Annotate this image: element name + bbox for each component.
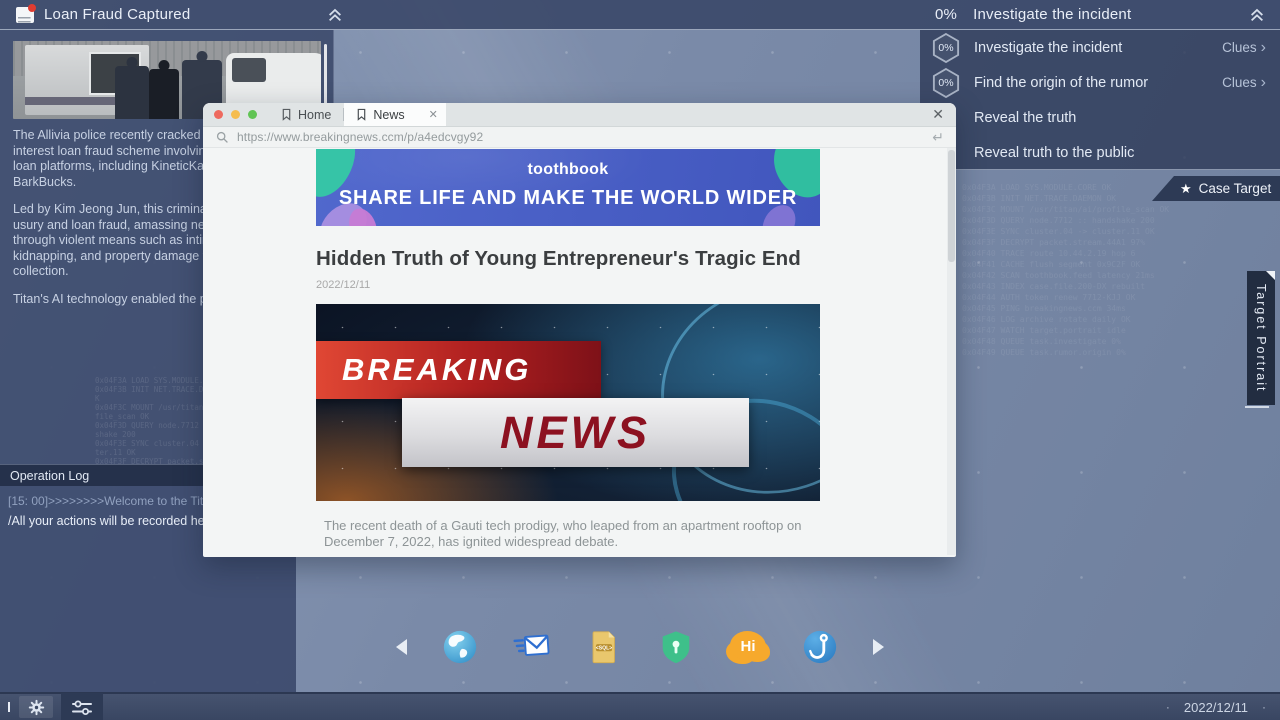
- hi-icon-label: Hi: [741, 638, 756, 655]
- dock-left-arrow[interactable]: [396, 639, 407, 655]
- url-text[interactable]: https://www.breakingnews.ccm/p/a4edcvgy9…: [237, 130, 924, 144]
- news-article: toothbook SHARE LIFE AND MAKE THE WORLD …: [316, 149, 820, 550]
- top-hud-bar: Loan Fraud Captured 0% Investigate the i…: [0, 0, 1280, 30]
- taskbar: · 2022/12/11 ·: [0, 692, 1280, 720]
- clues-link[interactable]: Clues›: [1222, 75, 1266, 90]
- news-window-title: Loan Fraud Captured: [44, 6, 190, 23]
- target-portrait-tab[interactable]: Target Portrait: [1247, 271, 1275, 405]
- bookmark-icon: [356, 108, 367, 121]
- clues-chevron-icon: ›: [1261, 76, 1266, 89]
- banner-brand: toothbook: [316, 161, 820, 179]
- task-panel: 0% Investigate the incident Clues› 0% Fi…: [920, 30, 1280, 170]
- task-row-find-origin[interactable]: 0% Find the origin of the rumor Clues›: [920, 65, 1280, 100]
- browser-tab-bar: Home News ✕ ✕: [203, 103, 956, 126]
- task-label: Reveal the truth: [974, 110, 1266, 126]
- task-label: Reveal truth to the public: [974, 145, 1266, 161]
- app-dock: <SQL> Hi: [396, 628, 884, 666]
- background-code-texture: 0x04F3A LOAD SYS.MODULE.CORE OK 0x04F3B …: [962, 182, 1250, 607]
- news-window-scrollbar[interactable]: [324, 44, 327, 106]
- banner-tagline: SHARE LIFE AND MAKE THE WORLD WIDER: [316, 187, 820, 210]
- task-list-button[interactable]: [61, 693, 103, 720]
- star-icon: ★: [1180, 181, 1192, 197]
- collapse-news-window-icon[interactable]: [326, 7, 344, 22]
- breaking-band: BREAKING: [316, 341, 601, 398]
- tab-close-icon[interactable]: ✕: [429, 108, 438, 121]
- task-label: Investigate the incident: [974, 40, 1222, 56]
- search-icon: [216, 131, 229, 144]
- security-app-icon[interactable]: [657, 628, 695, 666]
- task-row-investigate[interactable]: 0% Investigate the incident Clues›: [920, 30, 1280, 65]
- case-target-label: Case Target: [1199, 181, 1272, 196]
- browser-window: Home News ✕ ✕ https://www.breakingnews.c…: [203, 103, 956, 557]
- news-window-icon: [16, 7, 34, 23]
- officer-silhouette: [115, 66, 149, 119]
- article-date: 2022/12/11: [316, 279, 820, 291]
- clues-link[interactable]: Clues›: [1222, 40, 1266, 55]
- gear-icon: [28, 699, 45, 716]
- task-row-reveal-public[interactable]: Reveal truth to the public: [920, 135, 1280, 170]
- sql-icon-label: <SQL>: [596, 645, 613, 651]
- minimize-light-icon[interactable]: [231, 110, 240, 119]
- task-label: Find the origin of the rumor: [974, 75, 1222, 91]
- hook-tool-app-icon[interactable]: [801, 628, 839, 666]
- suspect-silhouette: [149, 69, 180, 119]
- taskbar-date: · 2022/12/11 ·: [1166, 700, 1280, 715]
- task-row-reveal-truth[interactable]: Reveal the truth: [920, 100, 1280, 135]
- traffic-lights: [203, 110, 269, 119]
- sql-app-icon[interactable]: <SQL>: [585, 628, 623, 666]
- toothbook-banner: toothbook SHARE LIFE AND MAKE THE WORLD …: [316, 149, 820, 226]
- mail-app-icon[interactable]: [513, 628, 551, 666]
- tab-news[interactable]: News ✕: [344, 103, 445, 126]
- dock-right-arrow[interactable]: [873, 639, 884, 655]
- bookmark-icon: [281, 108, 292, 121]
- article-title: Hidden Truth of Young Entrepreneur's Tra…: [316, 247, 820, 271]
- maximize-light-icon[interactable]: [248, 110, 257, 119]
- browser-page: toothbook SHARE LIFE AND MAKE THE WORLD …: [203, 148, 956, 555]
- browser-url-bar[interactable]: https://www.breakingnews.ccm/p/a4edcvgy9…: [203, 126, 956, 148]
- task-progress-hexagon: 0%: [932, 67, 960, 99]
- task-header-title: Investigate the incident: [973, 6, 1232, 23]
- page-scrollbar[interactable]: [947, 148, 956, 555]
- page-scrollbar-thumb[interactable]: [948, 150, 955, 262]
- news-band: NEWS: [402, 398, 750, 468]
- collapse-task-panel-icon[interactable]: [1248, 7, 1266, 22]
- task-header-progress: 0%: [935, 6, 957, 23]
- hi-chat-app-icon[interactable]: Hi: [729, 628, 767, 666]
- article-body: The recent death of a Gauti tech prodigy…: [316, 518, 808, 550]
- browser-app-icon[interactable]: [441, 628, 479, 666]
- browser-close-icon[interactable]: ✕: [932, 106, 944, 123]
- clues-chevron-icon: ›: [1261, 41, 1266, 54]
- case-target-button[interactable]: ★ Case Target: [1152, 176, 1280, 201]
- tab-home[interactable]: Home: [269, 103, 343, 126]
- taskbar-cursor: [8, 702, 10, 712]
- target-portrait-label: Target Portrait: [1247, 271, 1275, 405]
- breaking-news-image: BREAKING NEWS: [316, 304, 820, 501]
- task-list-icon: [70, 699, 94, 716]
- current-date[interactable]: 2022/12/11: [1184, 700, 1248, 715]
- close-light-icon[interactable]: [214, 110, 223, 119]
- task-progress-hexagon: 0%: [932, 32, 960, 64]
- settings-button[interactable]: [19, 696, 53, 718]
- go-return-icon[interactable]: ↵: [932, 129, 944, 146]
